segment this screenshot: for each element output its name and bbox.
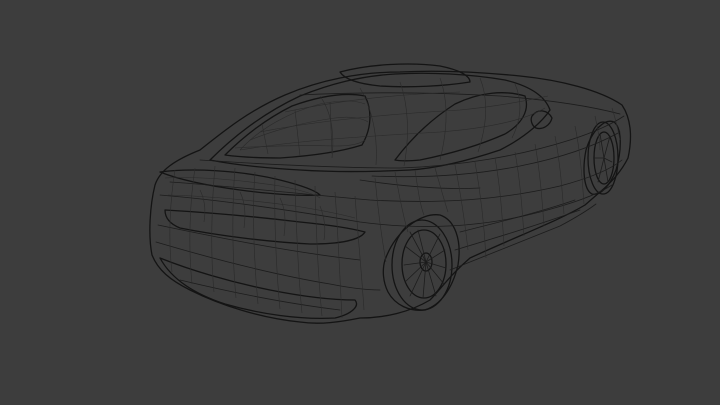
car-body-fill: [149, 70, 632, 324]
side-window: [394, 92, 528, 162]
sunroof: [339, 63, 471, 88]
tail-light-bar: [164, 209, 366, 245]
roof-panel: [209, 72, 551, 173]
mesh-flow-lines: [155, 92, 625, 311]
front-wheel-spokes: [594, 133, 613, 183]
roof-mesh-lines: [239, 77, 549, 167]
3d-viewport[interactable]: [0, 0, 720, 405]
car-wireframe-mesh: [149, 63, 632, 324]
rear-window: [224, 93, 371, 159]
rear-wheel: [391, 219, 453, 311]
rear-bumper: [159, 257, 358, 320]
